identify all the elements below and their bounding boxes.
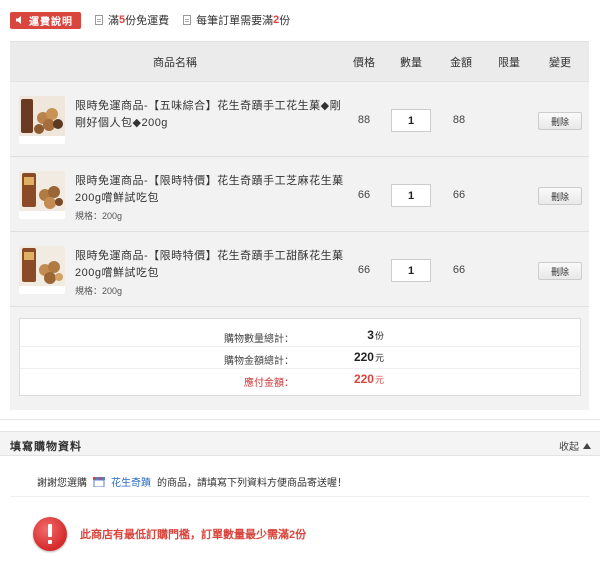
delete-button[interactable]: 刪除 — [538, 112, 582, 130]
thanks-suffix: 的商品，請填寫下列資料方便商品寄送喔！ — [157, 478, 347, 489]
free-shipping-prefix: 滿 — [108, 15, 119, 27]
quantity-input[interactable] — [391, 109, 431, 132]
cart-summary: 購物數量總計： 3份 購物金額總計： 220元 應付金額： 220元 — [19, 318, 582, 396]
cart-row: 限時免運商品-【五味綜合】花生奇蹟手工花生菓◆剛剛好個人包◆200g 88 88… — [10, 83, 589, 157]
product-thumbnail[interactable] — [19, 171, 65, 219]
thanks-message: 謝謝您選購 花生奇蹟 的商品，請填寫下列資料方便商品寄送喔！ — [37, 474, 347, 489]
free-shipping-suffix: 份免運費 — [125, 15, 170, 27]
quantity-input[interactable] — [391, 184, 431, 207]
product-price: 88 — [357, 114, 371, 126]
product-thumbnail[interactable] — [19, 246, 65, 294]
min-order-warning: 此商店有最低訂購門檻，訂單數量最少需滿2份 — [33, 517, 306, 551]
delete-button[interactable]: 刪除 — [538, 262, 582, 280]
product-title[interactable]: 限時免運商品-【限時特價】花生奇蹟手工甜酥花生菓 200g嚐鮮試吃包 — [75, 248, 345, 282]
shop-name-link[interactable]: 花生奇蹟 — [111, 474, 151, 489]
column-product-name: 商品名稱 — [153, 56, 197, 69]
summary-payable-unit: 元 — [374, 375, 384, 385]
column-quantity: 數量 — [400, 56, 422, 69]
product-spec: 規格：200g — [75, 286, 123, 296]
document-icon — [95, 15, 103, 25]
delete-button[interactable]: 刪除 — [538, 187, 582, 205]
product-spec: 規格：200g — [75, 211, 123, 221]
product-price: 66 — [357, 189, 371, 201]
free-shipping-rule: 滿 5 份免運費 — [95, 12, 169, 28]
summary-payable-number: 220 — [353, 372, 374, 386]
product-price: 66 — [357, 264, 371, 276]
summary-amount-number: 220 — [353, 350, 374, 364]
warning-text: 此商店有最低訂購門檻，訂單數量最少需滿2份 — [80, 529, 307, 541]
cart-row: 限時免運商品-【限時特價】花生奇蹟手工芝麻花生菓 200g嚐鮮試吃包 規格：20… — [10, 158, 589, 232]
summary-quantity-unit: 份 — [374, 331, 384, 341]
shipping-info-button[interactable]: 運費說明 — [10, 11, 81, 29]
product-title[interactable]: 限時免運商品-【限時特價】花生奇蹟手工芝麻花生菓 200g嚐鮮試吃包 — [75, 173, 345, 207]
product-title[interactable]: 限時免運商品-【五味綜合】花生奇蹟手工花生菓◆剛剛好個人包◆200g — [75, 98, 345, 132]
document-icon — [183, 15, 192, 25]
section-divider — [0, 419, 600, 420]
warning-exclamation-icon — [33, 517, 67, 551]
speaker-icon — [16, 16, 21, 24]
collapse-toggle[interactable]: 收起 — [559, 438, 591, 453]
cart-row: 限時免運商品-【限時特價】花生奇蹟手工甜酥花生菓 200g嚐鮮試吃包 規格：20… — [10, 233, 589, 307]
summary-quantity-value: 3份 — [367, 328, 384, 342]
column-change: 變更 — [549, 56, 571, 69]
summary-quantity-number: 3 — [367, 328, 374, 342]
cart-table-header: 商品名稱 價格 數量 金額 限量 變更 — [10, 42, 589, 82]
purchase-info-header: 填寫購物資料 收起 — [0, 431, 600, 456]
summary-payable-label: 應付金額： — [244, 378, 294, 389]
shop-icon — [93, 476, 105, 487]
min-order-suffix: 份 — [279, 15, 291, 27]
summary-amount-unit: 元 — [374, 353, 384, 363]
column-limit: 限量 — [498, 56, 520, 69]
summary-amount-value: 220元 — [354, 350, 384, 364]
shipping-info-label: 運費說明 — [29, 16, 73, 28]
shipping-notice-bar: 運費說明 滿 5 份免運費 每筆訂單需要滿 2 份 — [10, 11, 290, 29]
min-order-prefix: 每筆訂單需要滿 — [196, 15, 274, 27]
summary-amount: 購物金額總計： 220元 — [20, 347, 582, 369]
thanks-prefix: 謝謝您選購 — [37, 478, 87, 489]
quantity-input[interactable] — [391, 259, 431, 282]
summary-amount-label: 購物金額總計： — [224, 356, 294, 367]
summary-payable-value: 220元 — [354, 372, 384, 386]
product-amount: 66 — [452, 189, 466, 201]
triangle-up-icon — [583, 442, 591, 449]
column-amount: 金額 — [450, 56, 472, 69]
product-thumbnail[interactable] — [19, 96, 65, 144]
thanks-divider — [10, 496, 590, 497]
product-amount: 66 — [452, 264, 466, 276]
summary-quantity-label: 購物數量總計： — [224, 334, 294, 345]
shopping-cart-panel: 商品名稱 價格 數量 金額 限量 變更 限時免運商品-【五味綜合】花生奇蹟手工花… — [10, 41, 589, 410]
summary-payable: 應付金額： 220元 — [20, 369, 582, 391]
product-amount: 88 — [452, 114, 466, 126]
summary-quantity: 購物數量總計： 3份 — [20, 325, 582, 347]
purchase-info-title: 填寫購物資料 — [10, 441, 82, 453]
collapse-label: 收起 — [559, 442, 579, 453]
column-price: 價格 — [353, 56, 375, 69]
min-order-rule: 每筆訂單需要滿 2 份 — [183, 12, 290, 28]
